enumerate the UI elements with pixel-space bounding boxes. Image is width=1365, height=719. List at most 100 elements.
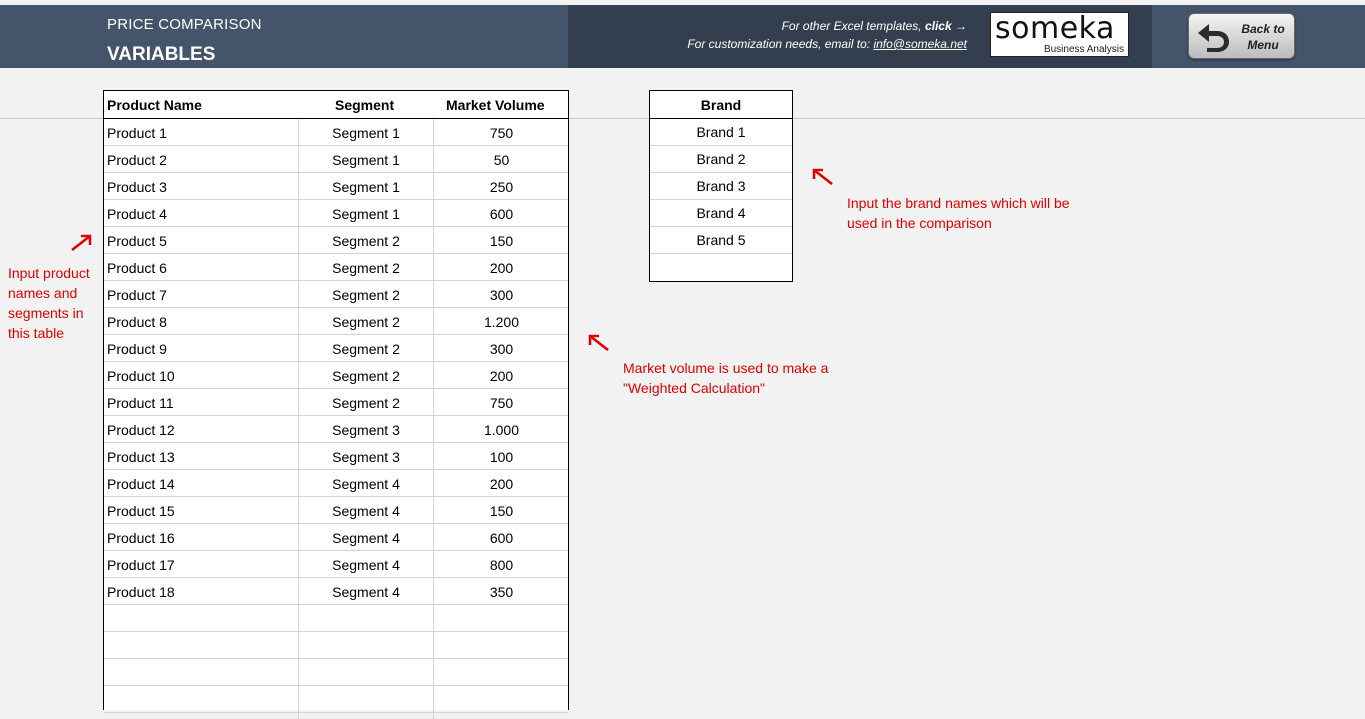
product-name-cell[interactable]: Product 13 [107,449,175,465]
note-market-volume: Market volume is used to make a "Weighte… [623,360,829,396]
segment-cell[interactable]: Segment 1 [298,152,434,168]
header-product-name: Product Name [107,97,202,113]
segment-cell[interactable]: Segment 4 [298,503,434,519]
table-row: Product 4 Segment 1 600 [104,200,568,227]
brand-cell[interactable]: Brand 1 [650,119,792,146]
note-brand: Input the brand names which will be used… [847,195,1070,231]
segment-cell[interactable]: Segment 2 [298,287,434,303]
market-volume-cell[interactable]: 800 [434,557,569,573]
table-row [104,605,568,632]
brand-table: Brand Brand 1 Brand 2 Brand 3 Brand 4 Brand … [649,90,793,282]
product-name-cell[interactable]: Product 18 [107,584,175,600]
table-row: Product 8 Segment 2 1.200 [104,308,568,335]
product-name-cell[interactable]: Product 12 [107,422,175,438]
product-name-cell[interactable]: Product 5 [107,233,167,249]
table-row: Product 1 Segment 1 750 [104,119,568,146]
red-arrow-icon [71,234,92,251]
table-row [104,659,568,686]
segment-cell[interactable]: Segment 4 [298,476,434,492]
product-name-cell[interactable]: Product 2 [107,152,167,168]
product-name-cell[interactable]: Product 6 [107,260,167,276]
segment-cell[interactable]: Segment 2 [298,314,434,330]
product-name-cell[interactable]: Product 8 [107,314,167,330]
product-name-cell[interactable]: Product 1 [107,125,167,141]
product-name-cell[interactable]: Product 10 [107,368,175,384]
table-row: Product 16 Segment 4 600 [104,524,568,551]
product-name-cell[interactable]: Product 9 [107,341,167,357]
market-volume-cell[interactable]: 300 [434,341,569,357]
promo-customization: For customization needs, email to: info@… [687,37,967,51]
product-name-cell[interactable]: Product 17 [107,557,175,573]
product-name-cell[interactable]: Product 3 [107,179,167,195]
segment-cell[interactable]: Segment 1 [298,125,434,141]
table-row: Product 13 Segment 3 100 [104,443,568,470]
segment-cell[interactable]: Segment 4 [298,557,434,573]
product-name-cell[interactable]: Product 16 [107,530,175,546]
table-row [104,632,568,659]
right-arrow-icon: → [955,19,967,33]
back-arrow-icon [1198,24,1229,52]
table-row: Product 18 Segment 4 350 [104,578,568,605]
segment-cell[interactable]: Segment 4 [298,584,434,600]
brand-cell[interactable] [650,254,792,281]
market-volume-cell[interactable]: 200 [434,476,569,492]
market-volume-cell[interactable]: 1.200 [434,314,569,330]
promo-customization-text: For customization needs, email to: [687,37,874,51]
market-volume-cell[interactable]: 350 [434,584,569,600]
market-volume-cell[interactable]: 600 [434,206,569,222]
brand-cell[interactable]: Brand 4 [650,200,792,227]
brand-cell[interactable]: Brand 3 [650,173,792,200]
market-volume-cell[interactable]: 50 [434,152,569,168]
brand-cell[interactable]: Brand 5 [650,227,792,254]
segment-cell[interactable]: Segment 2 [298,368,434,384]
segment-cell[interactable]: Segment 3 [298,422,434,438]
market-volume-cell[interactable]: 150 [434,503,569,519]
header-brand: Brand [650,91,792,119]
table-row: Product 9 Segment 2 300 [104,335,568,362]
market-volume-cell[interactable]: 300 [434,287,569,303]
market-volume-cell[interactable]: 750 [434,125,569,141]
products-table-header: Product Name Segment Market Volume [104,91,568,119]
email-link[interactable]: info@someka.net [873,37,967,51]
table-row: Product 12 Segment 3 1.000 [104,416,568,443]
market-volume-cell[interactable]: 1.000 [434,422,569,438]
brand-cell[interactable]: Brand 2 [650,146,792,173]
market-volume-cell[interactable]: 250 [434,179,569,195]
promo-templates-text: For other Excel templates, [781,19,925,33]
segment-cell[interactable]: Segment 2 [298,260,434,276]
back-to-menu-button[interactable]: Back to Menu [1188,13,1295,59]
market-volume-cell[interactable]: 750 [434,395,569,411]
product-name-cell[interactable]: Product 14 [107,476,175,492]
table-row: Product 17 Segment 4 800 [104,551,568,578]
market-volume-cell[interactable]: 100 [434,449,569,465]
table-row: Product 2 Segment 1 50 [104,146,568,173]
segment-cell[interactable]: Segment 2 [298,233,434,249]
segment-cell[interactable]: Segment 4 [298,530,434,546]
promo-templates: For other Excel templates, click → [782,19,967,33]
segment-cell[interactable]: Segment 3 [298,449,434,465]
segment-cell[interactable]: Segment 1 [298,179,434,195]
market-volume-cell[interactable]: 200 [434,368,569,384]
product-name-cell[interactable]: Product 11 [107,395,174,411]
table-row: Product 3 Segment 1 250 [104,173,568,200]
segment-cell[interactable]: Segment 1 [298,206,434,222]
table-row [104,686,568,713]
market-volume-cell[interactable]: 600 [434,530,569,546]
table-row: Product 5 Segment 2 150 [104,227,568,254]
table-row: Product 6 Segment 2 200 [104,254,568,281]
product-name-cell[interactable]: Product 4 [107,206,167,222]
header-segment: Segment [335,97,395,113]
someka-logo[interactable]: someka Business Analysis [990,11,1129,57]
products-table: Product Name Segment Market Volume Produ… [103,90,569,719]
segment-cell[interactable]: Segment 2 [298,395,434,411]
header-market-volume: Market Volume [446,97,545,113]
brand-table-body: Brand 1 Brand 2 Brand 3 Brand 4 Brand 5 [650,119,792,281]
market-volume-cell[interactable]: 150 [434,233,569,249]
market-volume-cell[interactable]: 200 [434,260,569,276]
app-title: PRICE COMPARISON [107,16,262,33]
promo-templates-link[interactable]: click [925,19,952,33]
logo-wordmark: someka [995,11,1115,46]
product-name-cell[interactable]: Product 7 [107,287,167,303]
segment-cell[interactable]: Segment 2 [298,341,434,357]
product-name-cell[interactable]: Product 15 [107,503,175,519]
